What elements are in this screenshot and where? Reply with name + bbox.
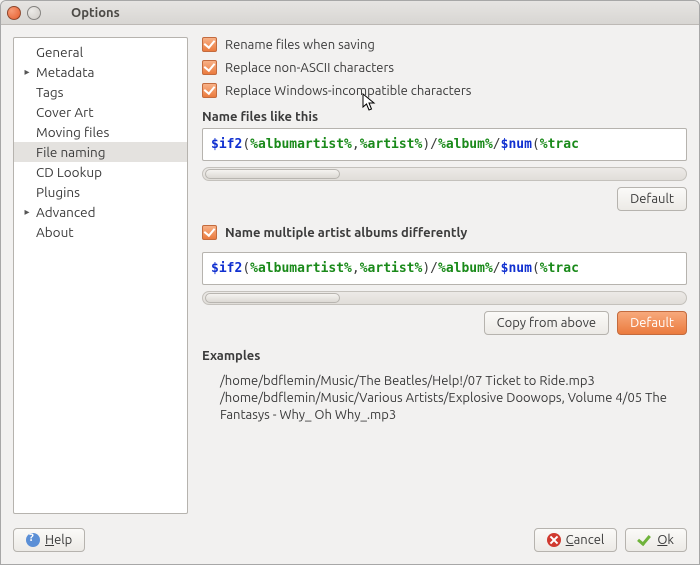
sidebar-item-label: Cover Art bbox=[34, 103, 94, 121]
token-variable: %albumartist% bbox=[250, 261, 352, 276]
token-variable: %album% bbox=[438, 137, 493, 152]
token-comma: , bbox=[352, 261, 360, 276]
sidebar-item-moving-files[interactable]: Moving files bbox=[14, 122, 187, 142]
sidebar-item-label: About bbox=[34, 223, 74, 241]
token-variable: %artist% bbox=[360, 137, 423, 152]
option-replace-non-ascii[interactable]: Replace non-ASCII characters bbox=[202, 60, 687, 75]
ok-icon bbox=[638, 533, 652, 547]
token-paren: ( bbox=[242, 261, 250, 276]
sidebar-item-label: File naming bbox=[34, 143, 106, 161]
help-icon bbox=[26, 533, 40, 547]
help-button[interactable]: Help bbox=[13, 528, 85, 552]
scrollbar-thumb[interactable] bbox=[205, 293, 340, 303]
token-paren: ( bbox=[242, 137, 250, 152]
option-label: Name multiple artist albums differently bbox=[225, 226, 467, 240]
examples-heading: Examples bbox=[202, 349, 687, 363]
titlebar[interactable]: Options bbox=[1, 1, 699, 25]
example-path: /home/bdflemin/Music/The Beatles/Help!/0… bbox=[220, 373, 683, 390]
option-label: Replace non-ASCII characters bbox=[225, 61, 394, 75]
token-function: $if2 bbox=[211, 137, 242, 152]
scrollbar-thumb[interactable] bbox=[205, 169, 340, 179]
sidebar-item-cover-art[interactable]: Cover Art bbox=[14, 102, 187, 122]
cancel-button[interactable]: Cancel bbox=[534, 528, 618, 552]
sidebar-item-about[interactable]: About bbox=[14, 222, 187, 242]
token-variable: %trac bbox=[540, 137, 579, 152]
category-tree[interactable]: General ▸ Metadata Tags Cover Art Moving… bbox=[13, 37, 188, 514]
option-replace-windows-incompatible[interactable]: Replace Windows-incompatible characters bbox=[202, 83, 687, 98]
button-label: Default bbox=[630, 192, 674, 206]
token-variable: %artist% bbox=[360, 261, 423, 276]
token-slash: / bbox=[493, 137, 501, 152]
token-function: $num bbox=[501, 137, 532, 152]
sidebar-item-file-naming[interactable]: File naming bbox=[14, 142, 187, 162]
sidebar-item-label: Moving files bbox=[34, 123, 109, 141]
multi-artist-pattern-input[interactable]: $if2(%albumartist%,%artist%)/%album%/$nu… bbox=[202, 252, 687, 285]
sidebar-item-general[interactable]: General bbox=[14, 42, 187, 62]
checkbox-checked-icon[interactable] bbox=[202, 37, 217, 52]
token-paren: ( bbox=[532, 137, 540, 152]
ok-button[interactable]: Ok bbox=[625, 528, 687, 552]
window-minimize-icon[interactable] bbox=[27, 6, 41, 20]
options-window: Options General ▸ Metadata Tags Cover Ar… bbox=[0, 0, 700, 565]
dialog-footer: Help Cancel Ok bbox=[1, 520, 699, 564]
sidebar-item-plugins[interactable]: Plugins bbox=[14, 182, 187, 202]
sidebar-item-tags[interactable]: Tags bbox=[14, 82, 187, 102]
token-function: $num bbox=[501, 261, 532, 276]
file-naming-panel: Rename files when saving Replace non-ASC… bbox=[202, 37, 687, 514]
button-label: Help bbox=[45, 533, 72, 547]
token-function: $if2 bbox=[211, 261, 242, 276]
checkbox-checked-icon[interactable] bbox=[202, 83, 217, 98]
copy-from-above-button[interactable]: Copy from above bbox=[484, 311, 609, 335]
sidebar-item-label: Plugins bbox=[34, 183, 80, 201]
sidebar-item-label: Advanced bbox=[34, 203, 95, 221]
cancel-icon bbox=[547, 533, 561, 547]
button-label: Copy from above bbox=[497, 316, 596, 330]
tree-expand-icon[interactable]: ▸ bbox=[20, 203, 34, 221]
button-label: Cancel bbox=[566, 533, 605, 547]
option-rename-files[interactable]: Rename files when saving bbox=[202, 37, 687, 52]
default-button[interactable]: Default bbox=[617, 187, 687, 211]
sidebar-item-metadata[interactable]: ▸ Metadata bbox=[14, 62, 187, 82]
sidebar-item-label: General bbox=[34, 43, 83, 61]
file-naming-pattern-input[interactable]: $if2(%albumartist%,%artist%)/%album%/$nu… bbox=[202, 128, 687, 161]
sidebar-item-label: CD Lookup bbox=[34, 163, 102, 181]
sidebar-item-label: Metadata bbox=[34, 63, 94, 81]
window-title: Options bbox=[71, 6, 120, 20]
horizontal-scrollbar[interactable] bbox=[202, 167, 687, 181]
button-label: Ok bbox=[657, 533, 674, 547]
sidebar-item-cd-lookup[interactable]: CD Lookup bbox=[14, 162, 187, 182]
token-slash: / bbox=[430, 261, 438, 276]
examples-list: /home/bdflemin/Music/The Beatles/Help!/0… bbox=[202, 373, 687, 424]
token-variable: %albumartist% bbox=[250, 137, 352, 152]
token-comma: , bbox=[352, 137, 360, 152]
horizontal-scrollbar[interactable] bbox=[202, 291, 687, 305]
tree-expand-icon[interactable]: ▸ bbox=[20, 63, 34, 81]
option-label: Rename files when saving bbox=[225, 38, 375, 52]
content-area: General ▸ Metadata Tags Cover Art Moving… bbox=[1, 25, 699, 520]
token-paren: ) bbox=[422, 261, 430, 276]
token-slash: / bbox=[430, 137, 438, 152]
option-label: Replace Windows-incompatible characters bbox=[225, 84, 471, 98]
sidebar-item-label: Tags bbox=[34, 83, 64, 101]
token-slash: / bbox=[493, 261, 501, 276]
window-close-icon[interactable] bbox=[7, 6, 21, 20]
checkbox-checked-icon[interactable] bbox=[202, 60, 217, 75]
checkbox-checked-icon[interactable] bbox=[202, 225, 217, 240]
default-button[interactable]: Default bbox=[617, 311, 687, 335]
sidebar-item-advanced[interactable]: ▸ Advanced bbox=[14, 202, 187, 222]
example-path: /home/bdflemin/Music/Various Artists/Exp… bbox=[220, 390, 683, 424]
option-multi-artist-differently[interactable]: Name multiple artist albums differently bbox=[202, 225, 687, 240]
name-files-heading: Name files like this bbox=[202, 110, 687, 124]
token-paren: ( bbox=[532, 261, 540, 276]
token-variable: %trac bbox=[540, 261, 579, 276]
token-paren: ) bbox=[422, 137, 430, 152]
token-variable: %album% bbox=[438, 261, 493, 276]
button-label: Default bbox=[630, 316, 674, 330]
